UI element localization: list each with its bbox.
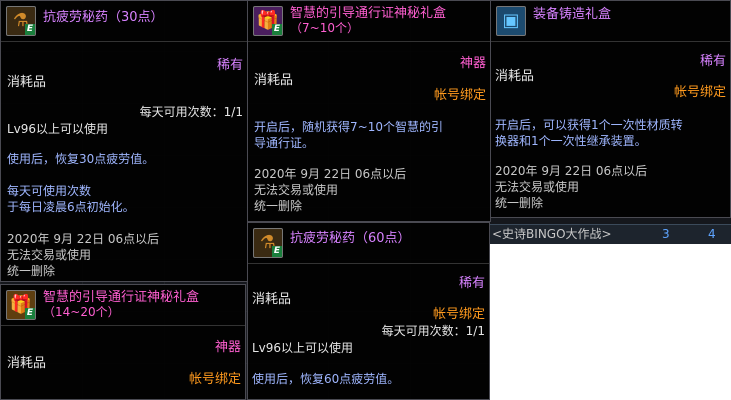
item-description-2: 导通行证。 xyxy=(254,136,315,150)
item-subtitle: （14~20个） xyxy=(43,305,120,319)
tooltip-wisdom-pass-box-14-20: 🎁 E 智慧的引导通行证神秘礼盒 （14~20个） 神器 消耗品 帐号绑定 xyxy=(0,284,246,400)
bingo-label: <史诗BINGO大作战> xyxy=(492,227,612,241)
item-type: 消耗品 xyxy=(252,292,292,307)
item-title: 抗疲劳秘药（30点） xyxy=(43,10,164,25)
expire-date: 2020年 9月 22日 06点以后 xyxy=(254,167,407,181)
item-effect: 使用后，恢复60点疲劳值。 xyxy=(252,372,400,386)
no-trade-note: 无法交易或使用 xyxy=(7,248,92,262)
tooltip-wisdom-pass-box-7-10: 🎁 E 智慧的引导通行证神秘礼盒 （7~10个） 神器 消耗品 帐号绑定 开启后，… xyxy=(247,0,491,222)
item-grade: 神器 xyxy=(459,56,486,71)
gift-box-icon: 🎁 E xyxy=(6,290,36,320)
item-type: 消耗品 xyxy=(495,69,535,84)
item-subtitle: （7~10个） xyxy=(290,21,359,35)
bind-status: 帐号绑定 xyxy=(432,307,485,322)
item-grade: 稀有 xyxy=(216,58,243,73)
bingo-number: 3 xyxy=(662,227,670,241)
item-type: 消耗品 xyxy=(254,73,294,88)
item-title: 抗疲劳秘药（60点） xyxy=(290,231,411,246)
daily-uses: 每天可用次数：1/1 xyxy=(139,105,243,119)
item-title: 智慧的引导通行证神秘礼盒 xyxy=(290,6,447,21)
bingo-number: 4 xyxy=(708,227,716,241)
item-description-1: 开启后，随机获得7~10个智慧的引 xyxy=(254,120,443,134)
item-grade: 稀有 xyxy=(458,276,485,291)
item-title: 智慧的引导通行证神秘礼盒 xyxy=(43,290,200,305)
daily-uses: 每天可用次数：1/1 xyxy=(381,324,485,338)
no-trade-note: 无法交易或使用 xyxy=(495,180,580,194)
bind-status: 帐号绑定 xyxy=(188,372,241,387)
tooltip-fatigue-potion-60: ⚗ E 抗疲劳秘药（60点） 稀有 消耗品 帐号绑定 每天可用次数：1/1 Lv9… xyxy=(247,222,490,400)
item-description-1: 开启后，可以获得1个一次性材质转 xyxy=(495,118,683,132)
item-grade: 神器 xyxy=(214,340,241,355)
equipment-box-icon: ▣ xyxy=(496,6,526,36)
item-grade: 稀有 xyxy=(699,54,726,69)
item-type: 消耗品 xyxy=(7,75,47,90)
delete-note: 统一删除 xyxy=(495,196,544,210)
level-requirement: Lv96以上可以使用 xyxy=(7,122,109,136)
reset-note-1: 每天可使用次数 xyxy=(7,184,92,198)
level-requirement: Lv96以上可以使用 xyxy=(252,341,354,355)
reset-note-2: 于每日凌晨6点初始化。 xyxy=(7,200,135,214)
delete-note: 统一删除 xyxy=(7,264,56,278)
tooltip-equipment-forge-box: ▣ 装备铸造礼盒 稀有 消耗品 帐号绑定 开启后，可以获得1个一次性材质转 换器… xyxy=(490,0,731,218)
gift-box-icon: 🎁 E xyxy=(253,6,283,36)
bingo-event-bar[interactable]: <史诗BINGO大作战> 3 4 xyxy=(490,224,731,244)
no-trade-note: 无法交易或使用 xyxy=(254,183,339,197)
tooltip-fatigue-potion-30: ⚗ E 抗疲劳秘药（30点） 稀有 消耗品 每天可用次数：1/1 Lv96以上可以… xyxy=(0,0,248,282)
bind-status: 帐号绑定 xyxy=(433,88,486,103)
bind-status: 帐号绑定 xyxy=(673,85,726,100)
item-title: 装备铸造礼盒 xyxy=(533,7,612,22)
expire-date: 2020年 9月 22日 06点以后 xyxy=(7,232,160,246)
item-type: 消耗品 xyxy=(7,356,47,371)
fatigue-potion-icon: ⚗ E xyxy=(253,228,283,258)
item-description-2: 换器和1个一次性继承装置。 xyxy=(495,134,647,148)
item-effect: 使用后，恢复30点疲劳值。 xyxy=(7,152,155,166)
delete-note: 统一删除 xyxy=(254,199,303,213)
expire-date: 2020年 9月 22日 06点以后 xyxy=(495,164,648,178)
fatigue-potion-icon: ⚗ E xyxy=(6,6,36,36)
